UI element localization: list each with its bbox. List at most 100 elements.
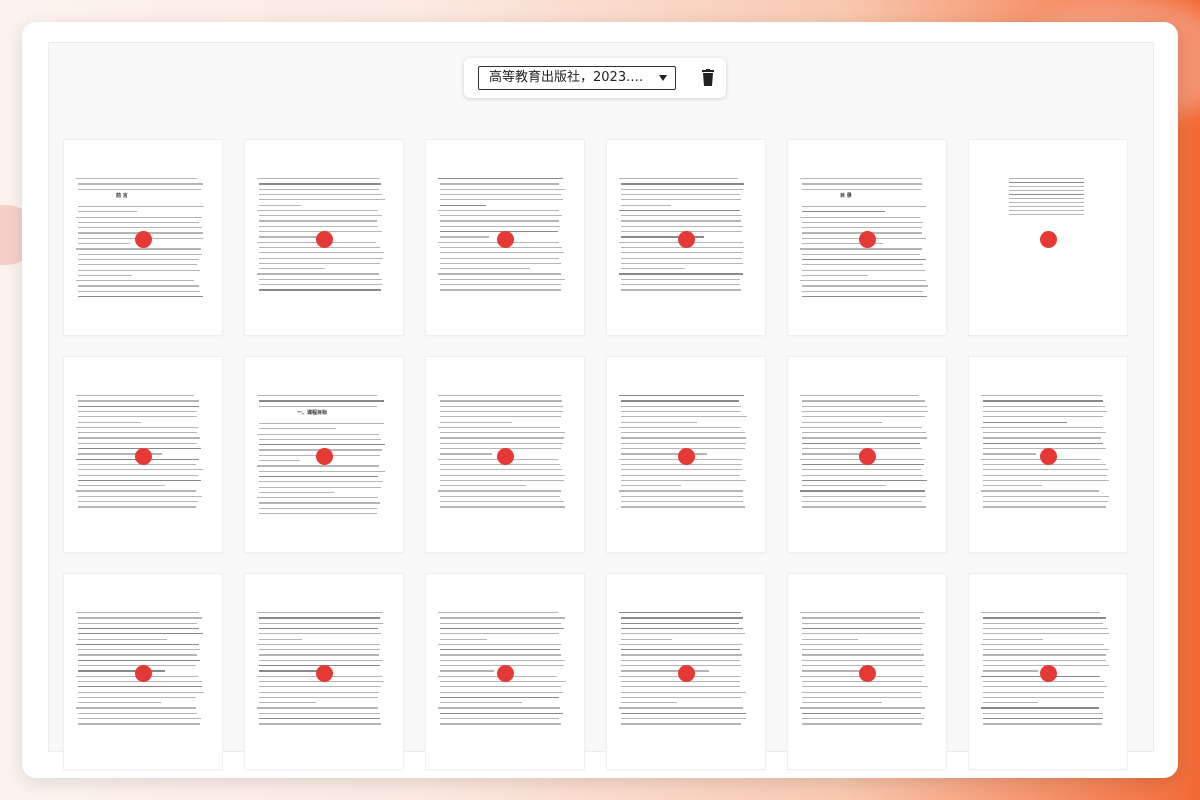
page-marker-dot[interactable]: [859, 231, 876, 248]
text-line: [78, 421, 142, 423]
page-thumbnail[interactable]: [426, 357, 584, 552]
text-line: [621, 215, 743, 217]
text-line: [983, 617, 1106, 619]
text-line: [983, 723, 1103, 725]
text-line: [440, 702, 522, 704]
page-marker-dot[interactable]: [316, 231, 333, 248]
page-thumbnail[interactable]: 前 言: [64, 140, 222, 335]
text-line: [78, 227, 202, 229]
text-line: [1009, 198, 1084, 200]
page-thumbnail[interactable]: 一、课程目标: [245, 357, 403, 552]
text-line: [621, 649, 741, 651]
text-line: [78, 501, 199, 503]
page-marker-dot[interactable]: [135, 448, 152, 465]
page-marker-dot[interactable]: [678, 448, 695, 465]
text-line: [76, 280, 195, 282]
page-thumbnail[interactable]: [607, 574, 765, 769]
page-thumbnail[interactable]: [245, 140, 403, 335]
text-line: [802, 221, 924, 224]
text-line: [983, 696, 1104, 699]
page-marker-dot[interactable]: [859, 448, 876, 465]
text-line: [440, 183, 559, 185]
page-thumbnail[interactable]: [788, 357, 946, 552]
trash-icon[interactable]: [700, 69, 716, 87]
text-line: [802, 405, 928, 407]
text-line: [78, 633, 203, 635]
text-line: [76, 395, 195, 397]
text-line: [619, 178, 739, 180]
text-line: [78, 654, 197, 656]
text-line: [440, 479, 565, 482]
page-marker-dot[interactable]: [859, 665, 876, 682]
page-marker-dot[interactable]: [497, 231, 514, 248]
page-thumbnail[interactable]: [426, 574, 584, 769]
source-select[interactable]: 高等教育出版社，2023. 2.…: [478, 66, 676, 90]
floating-toolbar: 高等教育出版社，2023. 2.…: [464, 58, 726, 98]
page-marker-dot[interactable]: [1040, 231, 1057, 248]
text-line: [440, 495, 561, 497]
text-line: [800, 612, 925, 614]
text-line: [621, 289, 742, 291]
text-line: [621, 638, 673, 640]
text-line: [440, 220, 559, 222]
text-line: [983, 495, 1109, 497]
text-line: [257, 395, 378, 397]
page-marker-dot[interactable]: [1040, 665, 1057, 682]
text-line: [438, 643, 561, 646]
text-line: [621, 257, 742, 259]
text-line: [440, 691, 563, 693]
text-line: [76, 643, 199, 646]
text-line: [802, 691, 922, 693]
page-marker-dot[interactable]: [497, 448, 514, 465]
page-marker-dot[interactable]: [678, 231, 695, 248]
text-line: [440, 654, 561, 656]
page-thumbnail[interactable]: [788, 574, 946, 769]
text-line: [802, 659, 923, 661]
text-line: [78, 627, 200, 630]
page-marker-dot[interactable]: [135, 231, 152, 248]
page-thumbnail[interactable]: [969, 357, 1127, 552]
text-line: [78, 285, 199, 287]
page-marker-dot[interactable]: [135, 665, 152, 682]
text-line: [1009, 186, 1084, 188]
page-thumbnail[interactable]: [607, 357, 765, 552]
text-line: [78, 400, 199, 402]
page-thumbnail[interactable]: [64, 574, 222, 769]
text-line: [438, 273, 562, 275]
text-line: [802, 205, 927, 208]
text-line: [259, 460, 300, 462]
text-line: [440, 257, 559, 259]
text-line: [257, 707, 378, 709]
page-marker-dot[interactable]: [497, 665, 514, 682]
text-line: [259, 470, 385, 472]
text-line: [259, 649, 381, 651]
text-line: [800, 395, 919, 397]
text-line: [1009, 190, 1084, 192]
page-thumbnail[interactable]: [969, 140, 1127, 335]
text-line: [259, 183, 382, 185]
text-line: [259, 486, 382, 488]
text-line: [259, 475, 379, 478]
text-line: [78, 617, 203, 619]
page-thumbnail[interactable]: 目 录: [788, 140, 946, 335]
page-thumbnail[interactable]: [969, 574, 1127, 769]
page-thumbnail[interactable]: [64, 357, 222, 552]
page-marker-dot[interactable]: [316, 665, 333, 682]
text-line: [78, 258, 199, 261]
text-line: [802, 622, 926, 624]
text-line: [78, 211, 137, 213]
text-line: [983, 506, 1107, 508]
text-line: [259, 513, 378, 515]
text-line: [802, 617, 921, 619]
text-line: [259, 438, 381, 441]
page-marker-dot[interactable]: [316, 448, 333, 465]
page-thumbnail[interactable]: [426, 140, 584, 335]
page-marker-dot[interactable]: [678, 665, 695, 682]
text-line: [440, 670, 495, 672]
text-line: [800, 248, 923, 250]
page-marker-dot[interactable]: [1040, 448, 1057, 465]
page-thumbnail[interactable]: [607, 140, 765, 335]
page-thumbnail[interactable]: [245, 574, 403, 769]
text-line: [621, 686, 741, 688]
text-line: [983, 421, 1068, 423]
